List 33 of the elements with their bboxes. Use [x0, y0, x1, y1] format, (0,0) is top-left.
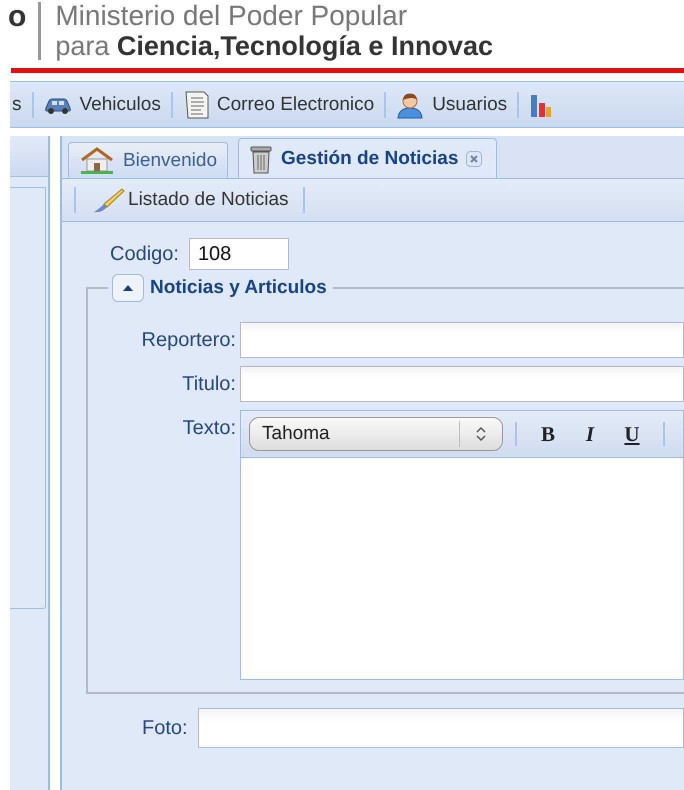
ministry-subtitle: para Ciencia,Tecnología e Innovac	[55, 31, 493, 62]
fieldset-title: Noticias y Articulos	[150, 277, 327, 299]
close-icon[interactable]	[466, 150, 482, 166]
nav-item[interactable]: s	[10, 94, 24, 116]
field-label: Titulo:	[181, 372, 237, 397]
user-icon	[396, 90, 424, 118]
triangle-icon	[122, 284, 134, 292]
photo-field[interactable]	[198, 708, 684, 748]
nav-item[interactable]: Correo Electronico	[180, 90, 376, 118]
collapse-toggle[interactable]	[112, 274, 144, 302]
nav-item[interactable]: Usuarios	[394, 90, 510, 118]
format-button[interactable]: B	[529, 422, 567, 446]
up-down-arrows-icon	[475, 426, 487, 442]
trash-icon	[249, 144, 274, 174]
format-button[interactable]: U	[613, 422, 651, 446]
tab[interactable]: Gestión de Noticias	[238, 138, 498, 178]
font-dropdown[interactable]: Tahoma	[249, 417, 503, 451]
field-label: Reportero:	[140, 328, 237, 353]
text-field[interactable]	[240, 322, 684, 358]
text-field[interactable]	[240, 366, 684, 402]
list-news-button[interactable]: Listado de Noticias	[84, 185, 295, 215]
text-editor-area[interactable]	[241, 458, 683, 679]
field-label: Codigo:	[110, 242, 179, 266]
format-button[interactable]: I	[571, 422, 609, 446]
field-label: Texto:	[182, 416, 237, 441]
house-icon	[79, 146, 115, 174]
tab[interactable]: Bienvenido	[68, 142, 228, 178]
nav-item[interactable]: Vehiculos	[42, 94, 163, 116]
field-label: Foto:	[142, 716, 188, 740]
ministry-title: Ministerio del Poder Popular	[55, 2, 408, 30]
code-field[interactable]: 108	[188, 238, 289, 270]
logo-fragment: o	[8, 2, 26, 32]
document-icon	[182, 90, 209, 118]
